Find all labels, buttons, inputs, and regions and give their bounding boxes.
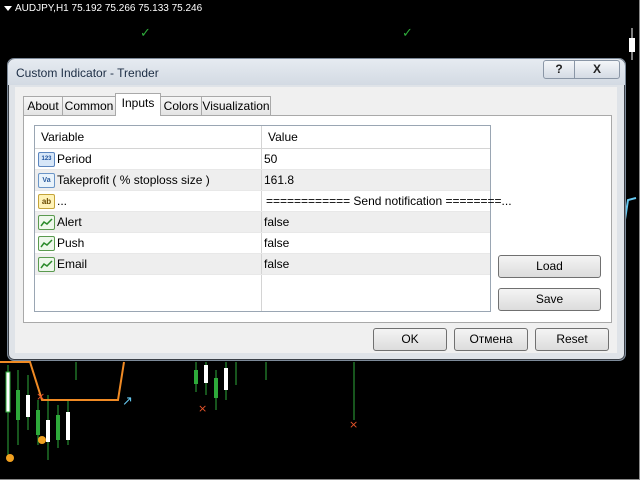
variable-value[interactable]: 50: [264, 152, 277, 166]
dropdown-triangle-icon[interactable]: [4, 5, 12, 11]
table-row[interactable]: Va Takeprofit ( % stoploss size ) 161.8: [35, 170, 490, 191]
tab-common[interactable]: Common: [62, 96, 116, 115]
reset-button[interactable]: Reset: [535, 328, 609, 351]
dialog-client-area: About Common Inputs Colors Visualization…: [15, 87, 617, 353]
sell-signal-icon: ×: [36, 390, 45, 403]
chart-header: AUDJPY,H1 75.192 75.266 75.133 75.246: [4, 3, 202, 14]
table-row[interactable]: ab ... ============ Send notification ==…: [35, 191, 512, 212]
ok-button[interactable]: OK: [373, 328, 447, 351]
candles-bottom: [5, 362, 355, 460]
tab-colors[interactable]: Colors: [160, 96, 202, 115]
variable-value[interactable]: 161.8: [264, 173, 294, 187]
table-row[interactable]: Email false: [35, 254, 490, 275]
table-row[interactable]: Alert false: [35, 212, 490, 233]
sell-signal-icon: ×: [349, 418, 358, 431]
tab-about[interactable]: About: [23, 96, 63, 115]
bool-type-icon: [38, 236, 55, 251]
load-button[interactable]: Load: [498, 255, 601, 278]
chart-symbol-quote: AUDJPY,H1 75.192 75.266 75.133 75.246: [15, 3, 203, 14]
tab-inputs[interactable]: Inputs: [115, 93, 161, 116]
variable-name: ...: [57, 194, 68, 208]
table-row[interactable]: 123 Period 50: [35, 149, 490, 170]
variable-name: Alert: [57, 215, 82, 229]
inputs-table: Variable Value 123 Period 50 Va Takeprof…: [34, 125, 512, 312]
variable-name: Push: [57, 236, 85, 250]
variable-value[interactable]: false: [264, 236, 289, 250]
buy-signal-icon: ✓: [140, 26, 151, 41]
string-type-icon: ab: [38, 194, 55, 209]
inputs-panel: Variable Value 123 Period 50 Va Takeprof…: [23, 115, 612, 323]
arrow-up-right-icon: ↗: [122, 394, 133, 409]
buy-signal-icon: ✓: [402, 26, 413, 41]
help-button[interactable]: ?: [543, 60, 575, 79]
sell-signal-icon: ×: [198, 402, 207, 415]
variable-value[interactable]: ============ Send notification ========.…: [266, 194, 512, 208]
table-row[interactable]: Push false: [35, 233, 490, 254]
dialog-titlebar[interactable]: Custom Indicator - Trender ? X: [8, 59, 625, 85]
save-button[interactable]: Save: [498, 288, 601, 311]
custom-indicator-dialog: Custom Indicator - Trender ? X About Com…: [7, 58, 626, 361]
double-type-icon: Va: [38, 173, 55, 188]
variable-name: Email: [57, 257, 88, 271]
bool-type-icon: [38, 215, 55, 230]
tab-visualization[interactable]: Visualization: [201, 96, 271, 115]
variable-name: Takeprofit ( % stoploss size ): [57, 173, 210, 187]
integer-type-icon: 123: [38, 152, 55, 167]
variable-value[interactable]: false: [264, 257, 289, 271]
close-button[interactable]: X: [574, 60, 620, 79]
signal-dot: [38, 436, 46, 444]
column-header-variable[interactable]: Variable: [41, 130, 84, 144]
column-header-value[interactable]: Value: [268, 130, 298, 144]
variable-value[interactable]: false: [264, 215, 289, 229]
signal-dot: [6, 454, 14, 462]
table-header: Variable Value: [35, 126, 490, 149]
bool-type-icon: [38, 257, 55, 272]
cancel-button[interactable]: Отмена: [454, 328, 528, 351]
variable-name: Period: [57, 152, 92, 166]
dialog-title: Custom Indicator - Trender: [16, 66, 159, 80]
